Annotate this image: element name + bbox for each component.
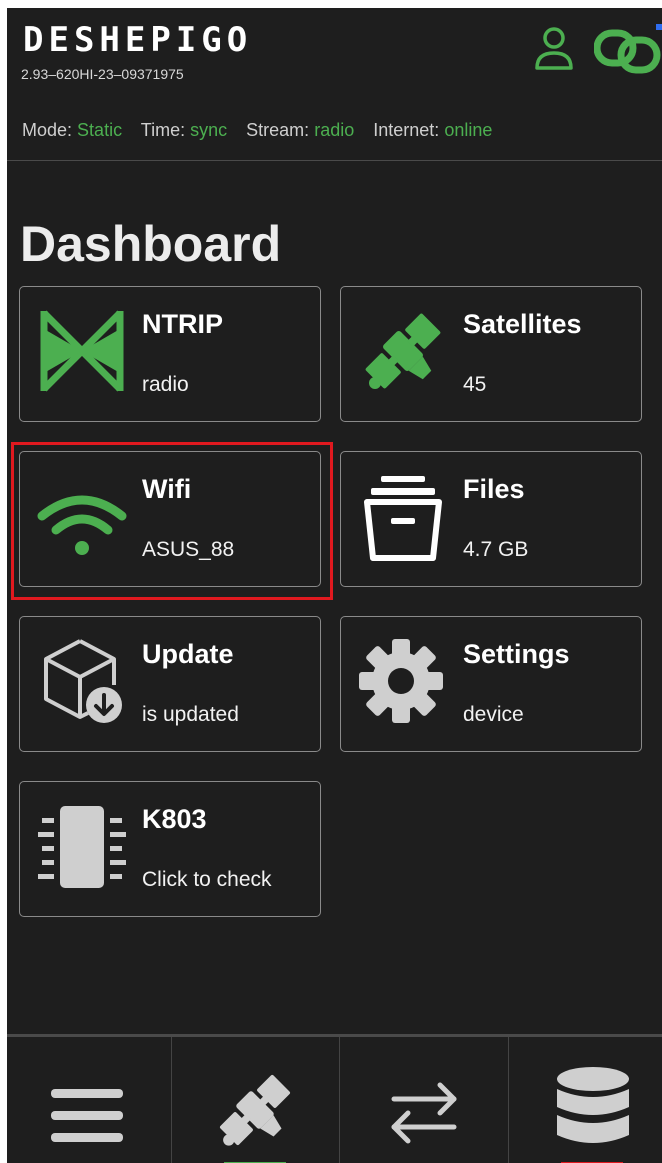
card-files[interactable]: Files 4.7 GB	[340, 451, 642, 587]
card-satellites[interactable]: Satellites 45	[340, 286, 642, 422]
card-ntrip-title: NTRIP	[142, 309, 223, 339]
card-ntrip[interactable]: NTRIP radio	[19, 286, 321, 422]
card-settings-subtitle: device	[463, 703, 524, 726]
mode-label: Mode:	[22, 120, 73, 140]
wifi-icon	[37, 495, 127, 555]
app-header: DESHEPIGO 2.93–620HI-23–09371975 Mode: S…	[7, 8, 662, 161]
card-settings-title: Settings	[463, 639, 570, 669]
user-icon[interactable]	[534, 26, 574, 70]
card-k803-title: K803	[142, 804, 207, 834]
device-serial: 2.93–620HI-23–09371975	[21, 66, 184, 82]
app-screen: DESHEPIGO 2.93–620HI-23–09371975 Mode: S…	[7, 8, 662, 1163]
link-icon[interactable]	[594, 24, 662, 74]
ntrip-icon	[40, 310, 124, 392]
chip-icon	[38, 806, 126, 888]
nav-transfer-button[interactable]	[340, 1037, 508, 1163]
mode-value: Static	[77, 120, 123, 140]
card-ntrip-subtitle: radio	[142, 373, 189, 396]
card-satellites-subtitle: 45	[463, 373, 487, 396]
card-update-title: Update	[142, 639, 234, 669]
card-wifi[interactable]: Wifi ASUS_88	[19, 451, 321, 587]
satellite-icon	[365, 313, 441, 389]
card-wifi-subtitle: ASUS_88	[142, 538, 235, 561]
card-satellites-title: Satellites	[463, 309, 582, 339]
brand-logo: DESHEPIGO	[23, 20, 253, 60]
transfer-arrows-icon	[391, 1082, 457, 1144]
internet-label: Internet:	[373, 120, 440, 140]
card-files-title: Files	[463, 474, 525, 504]
satellite-icon	[219, 1074, 291, 1146]
card-wifi-title: Wifi	[142, 474, 192, 504]
page-title: Dashboard	[20, 216, 282, 272]
time-label: Time:	[140, 120, 186, 140]
menu-icon	[51, 1089, 123, 1142]
time-value: sync	[190, 120, 228, 140]
gear-icon	[359, 639, 443, 723]
package-download-icon	[44, 639, 122, 723]
database-icon	[557, 1067, 629, 1143]
card-k803[interactable]: K803 Click to check	[19, 781, 321, 917]
nav-database-button[interactable]	[509, 1037, 662, 1163]
bottom-nav	[7, 1034, 662, 1163]
nav-menu-button[interactable]	[7, 1037, 171, 1163]
archive-box-icon	[364, 476, 442, 561]
card-update[interactable]: Update is updated	[19, 616, 321, 752]
status-bar: Mode: Static Time: sync Stream: radio In…	[22, 120, 506, 141]
card-files-subtitle: 4.7 GB	[463, 538, 529, 561]
nav-satellites-button[interactable]	[172, 1037, 339, 1163]
card-update-subtitle: is updated	[142, 703, 239, 726]
card-k803-subtitle: Click to check	[142, 868, 272, 891]
stream-label: Stream:	[246, 120, 310, 140]
stream-value: radio	[314, 120, 355, 140]
internet-value: online	[444, 120, 493, 140]
card-settings[interactable]: Settings device	[340, 616, 642, 752]
